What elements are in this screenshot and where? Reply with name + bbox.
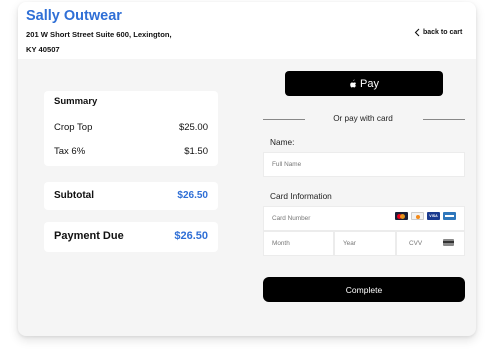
payment-due-panel: Payment Due $26.50 [44,222,218,252]
card-number-placeholder: Card Number [272,215,311,222]
chevron-left-icon [414,28,420,37]
year-placeholder: Year [343,240,356,247]
payment-due-value: $26.50 [174,230,208,242]
or-pay-with-card-label: Or pay with card [333,114,393,123]
divider-left [263,119,305,120]
checkout-card: Sally Outwear 201 W Short Street Suite 6… [18,2,476,336]
line-item-label: Crop Top [54,122,93,133]
back-to-cart-link[interactable]: back to cart [414,28,462,37]
divider-right [423,119,465,120]
apple-icon [350,79,357,87]
complete-button[interactable]: Complete [263,277,465,302]
subtotal-value: $26.50 [177,190,208,201]
cvv-input[interactable]: CVV [396,231,465,256]
name-label: Name: [270,137,295,147]
month-input[interactable]: Month [263,231,334,256]
amex-icon [443,212,456,220]
discover-icon [411,212,424,220]
summary-panel: Summary Crop Top $25.00 Tax 6% $1.50 [44,91,218,166]
card-information-label: Card Information [270,191,332,201]
brand-title: Sally Outwear [26,8,122,24]
address-line-1: 201 W Short Street Suite 600, Lexington, [26,30,172,39]
full-name-placeholder: Full Name [272,161,302,168]
tax-value: $1.50 [184,146,208,157]
back-to-cart-label: back to cart [423,29,463,36]
apple-pay-label: Pay [360,77,379,90]
card-brand-icons: VISA [395,212,456,220]
year-input[interactable]: Year [334,231,396,256]
tax-label: Tax 6% [54,146,86,157]
address-line-2: KY 40507 [26,45,60,54]
full-name-input[interactable]: Full Name [263,152,465,177]
summary-title: Summary [54,96,98,107]
visa-icon: VISA [427,212,440,220]
line-item-value: $25.00 [178,122,208,133]
card-number-input[interactable]: Card Number VISA [263,206,465,231]
subtotal-panel: Subtotal $26.50 [44,182,218,210]
apple-pay-button[interactable]: Pay [285,71,443,96]
subtotal-label: Subtotal [54,190,94,201]
header: Sally Outwear 201 W Short Street Suite 6… [18,2,476,59]
payment-due-label: Payment Due [54,230,124,242]
mastercard-icon [395,212,408,220]
card-back-icon [443,239,454,246]
month-placeholder: Month [272,240,290,247]
cvv-placeholder: CVV [409,240,423,247]
